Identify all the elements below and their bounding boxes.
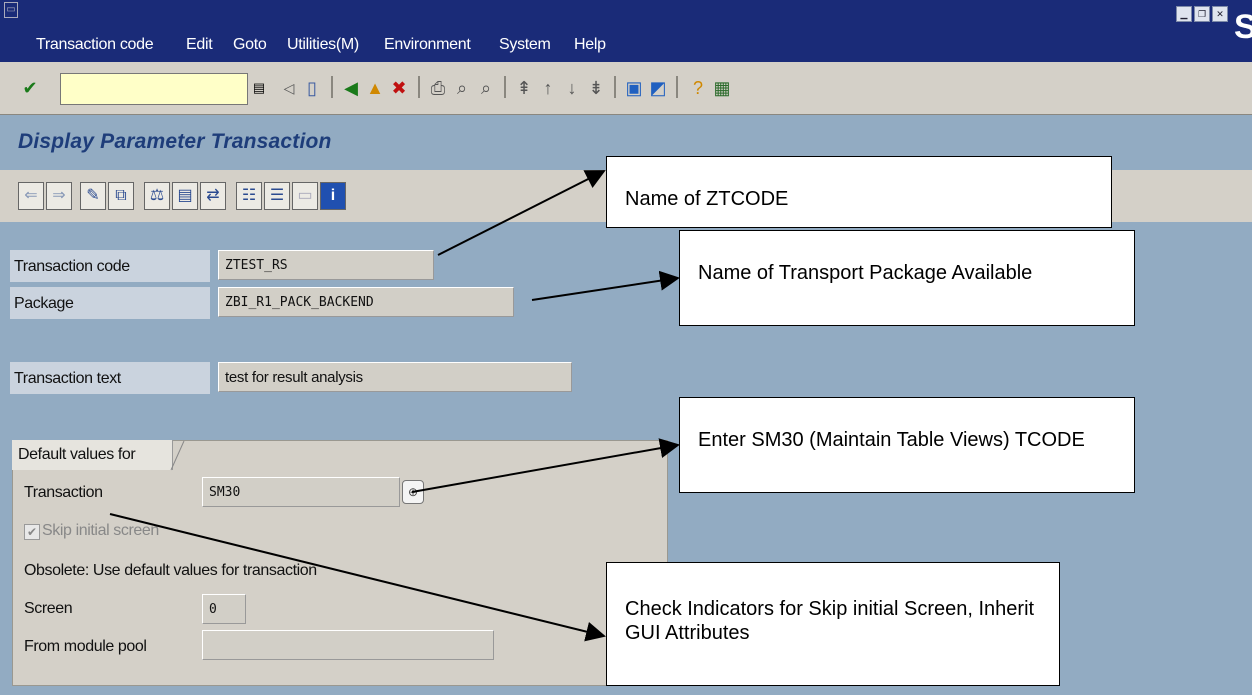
callout-ztcode: Name of ZTCODE [606,156,1112,228]
arrow-package [531,270,680,301]
callout-package: Name of Transport Package Available [679,230,1135,326]
arrow-check [109,513,606,642]
arrow-sm30 [411,438,680,493]
callout-check: Check Indicators for Skip initial Screen… [606,562,1060,686]
callout-sm30: Enter SM30 (Maintain Table Views) TCODE [679,397,1135,493]
arrow-ztcode [437,170,606,256]
